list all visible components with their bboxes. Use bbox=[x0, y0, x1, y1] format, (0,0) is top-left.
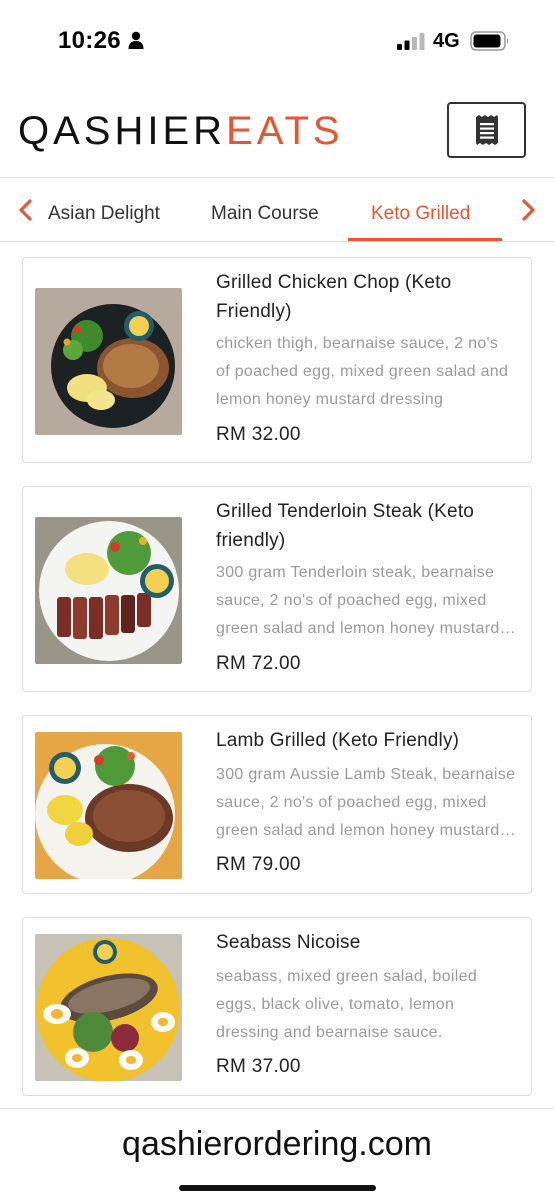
category-tabs: Asian Delight Main Course Keto Grilled bbox=[0, 178, 554, 242]
tab-asian-delight[interactable]: Asian Delight bbox=[48, 203, 160, 225]
dish-price: RM 32.00 bbox=[216, 424, 301, 445]
dish-price: RM 37.00 bbox=[216, 1056, 301, 1077]
dish-description: seabass, mixed green salad, boiled eggs,… bbox=[216, 968, 478, 1041]
status-bar: 10:26 4G bbox=[0, 0, 554, 84]
dish-name: Seabass Nicoise bbox=[216, 932, 361, 953]
status-time: 10:26 bbox=[58, 27, 121, 54]
signal-icon bbox=[397, 33, 425, 50]
dish-image[interactable] bbox=[35, 517, 182, 664]
tab-main-course[interactable]: Main Course bbox=[211, 203, 319, 225]
menu-item-card[interactable]: Grilled Tenderloin Steak (Keto friendly)… bbox=[22, 486, 532, 692]
dish-image[interactable] bbox=[35, 732, 182, 879]
tab-keto-grilled[interactable]: Keto Grilled bbox=[371, 203, 470, 225]
dish-description: 300 gram Aussie Lamb Steak, bearnaise sa… bbox=[216, 766, 516, 839]
person-icon bbox=[128, 31, 144, 49]
dish-price: RM 79.00 bbox=[216, 854, 301, 875]
menu-item-card[interactable]: Seabass Nicoise seabass, mixed green sal… bbox=[22, 917, 532, 1096]
dish-description: chicken thigh, bearnaise sauce, 2 no's o… bbox=[216, 335, 509, 408]
dish-name: Grilled Tenderloin Steak (Keto friendly) bbox=[216, 501, 475, 551]
network-label: 4G bbox=[433, 30, 460, 52]
browser-url-bar: qashierordering.com bbox=[0, 1108, 554, 1200]
dish-image[interactable] bbox=[35, 934, 182, 1081]
dish-description: 300 gram Tenderloin steak, bearnaise sau… bbox=[216, 564, 500, 637]
receipt-icon bbox=[475, 115, 498, 145]
brand-logo[interactable]: QASHIEREATS bbox=[18, 108, 344, 154]
dish-name: Grilled Chicken Chop (Keto Friendly) bbox=[216, 272, 452, 322]
menu-item-card[interactable]: Lamb Grilled (Keto Friendly) 300 gram Au… bbox=[22, 715, 532, 894]
browser-url[interactable]: qashierordering.com bbox=[0, 1125, 554, 1164]
active-tab-indicator bbox=[348, 238, 502, 241]
dish-price: RM 72.00 bbox=[216, 653, 301, 674]
home-indicator[interactable] bbox=[179, 1185, 376, 1191]
logo-primary-text: QASHIER bbox=[18, 109, 227, 153]
dish-name: Lamb Grilled (Keto Friendly) bbox=[216, 730, 460, 751]
site-header: QASHIEREATS bbox=[0, 84, 554, 178]
order-cart-button[interactable] bbox=[447, 102, 526, 158]
battery-icon bbox=[470, 31, 509, 51]
menu-item-card[interactable]: Grilled Chicken Chop (Keto Friendly) chi… bbox=[22, 257, 532, 463]
dish-image[interactable] bbox=[35, 288, 182, 435]
chevron-right-icon[interactable] bbox=[516, 198, 540, 222]
chevron-left-icon[interactable] bbox=[14, 198, 38, 222]
logo-accent-text: EATS bbox=[226, 109, 344, 153]
